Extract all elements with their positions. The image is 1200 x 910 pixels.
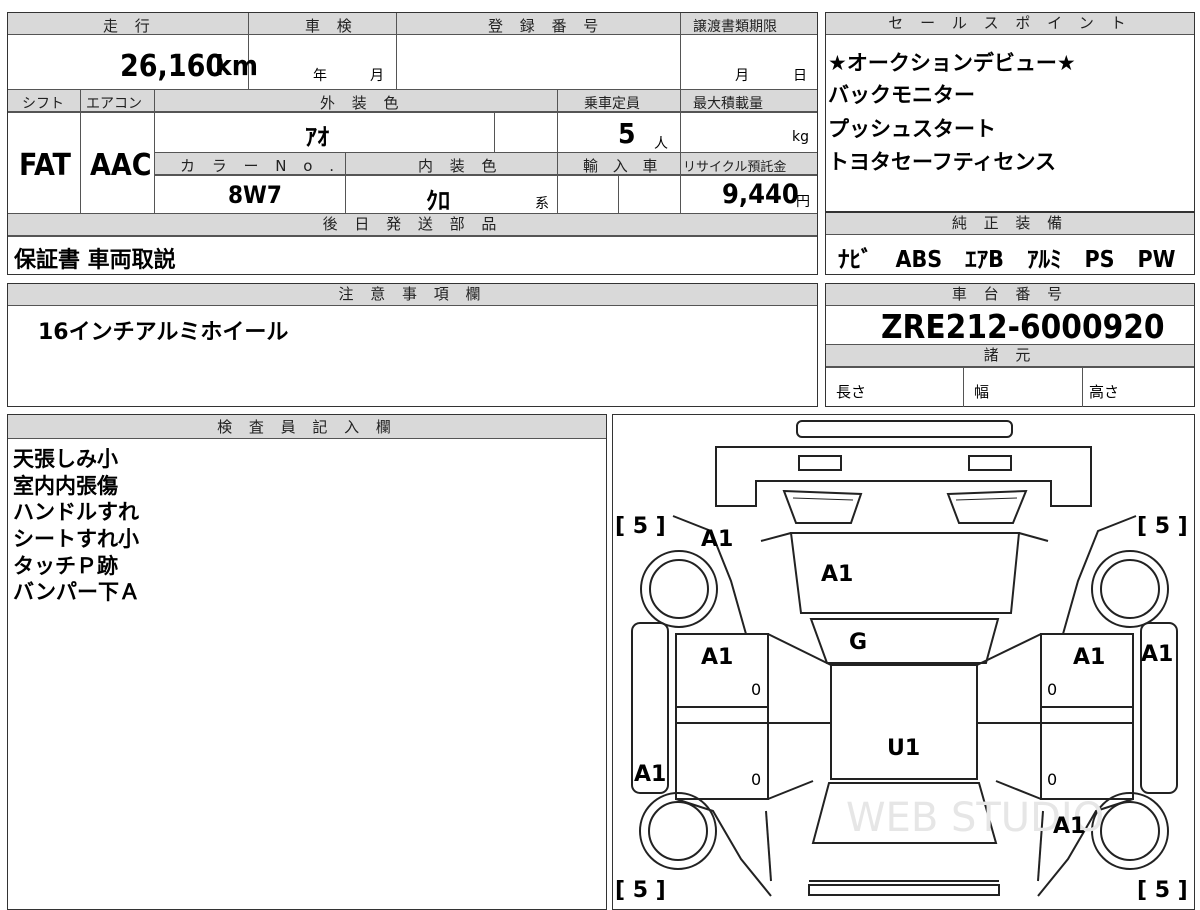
interior-color-suffix: 系 <box>535 196 549 212</box>
genuine-equipment-header: 純 正 装 備 <box>826 213 1194 235</box>
aircon-value: AAC <box>90 148 152 183</box>
sales-point-item: ★オークションデビュー★ <box>828 51 1076 75</box>
chassis-number: ZRE212-6000920 <box>881 307 1165 346</box>
damage-mark: A1 <box>821 562 853 587</box>
max-load-header: 最大積載量 <box>693 96 763 112</box>
tire-tread-front-left: [ 5 ] <box>615 514 666 539</box>
height-label: 高さ <box>1089 383 1120 401</box>
inspector-header: 検 査 員 記 入 欄 <box>8 415 606 439</box>
recycle-value: 9,440 <box>722 179 799 210</box>
damage-mark: A1 <box>701 645 733 670</box>
chassis-header: 車 台 番 号 <box>826 284 1194 306</box>
color-no-header: カ ラ ー N o . <box>180 157 341 175</box>
front-right-wheel <box>1091 550 1169 628</box>
sales-point-item: バックモニター <box>828 83 975 107</box>
notes-value: 16インチアルミホイール <box>38 320 289 345</box>
front-bumper <box>715 446 1092 507</box>
interior-color-value: ｸﾛ <box>426 187 450 215</box>
inspector-line: シートすれ小 <box>13 527 139 551</box>
inspector-line: 天張しみ小 <box>13 447 118 471</box>
recycle-unit: 円 <box>796 194 810 210</box>
door-marker: 0 <box>751 680 761 699</box>
import-header: 輸 入 車 <box>583 157 663 175</box>
sales-points-header: セ ー ル ス ポ イ ン ト <box>826 13 1194 35</box>
damage-mark: G <box>849 630 867 655</box>
car-diagram-panel: WEB STUDIO [ 5 ] [ 5 ] [ 5 ] [ 5 ] A1 A1… <box>612 414 1195 910</box>
shift-header: シフト <box>22 96 64 112</box>
mileage-unit: km <box>215 49 258 82</box>
length-label: 長さ <box>836 383 867 401</box>
inspector-panel: 検 査 員 記 入 欄 天張しみ小 室内内張傷 ハンドルすれ シートすれ小 タッ… <box>7 414 607 910</box>
tire-tread-front-right: [ 5 ] <box>1137 514 1188 539</box>
later-parts-value: 保証書 車両取説 <box>14 248 176 273</box>
interior-color-header: 内 装 色 <box>418 157 503 175</box>
shift-value: FAT <box>19 148 71 183</box>
damage-mark: A1 <box>1073 645 1105 670</box>
windshield <box>809 618 1000 664</box>
tire-tread-rear-right: [ 5 ] <box>1137 878 1188 901</box>
aircon-header: エアコン <box>86 96 142 112</box>
chassis-panel: 車 台 番 号 ZRE212-6000920 諸 元 長さ 幅 高さ <box>825 283 1195 407</box>
door-marker: 0 <box>751 770 761 789</box>
transfer-deadline-header: 譲渡書類期限 <box>693 19 777 35</box>
damage-mark: A1 <box>634 762 666 787</box>
door-marker: 0 <box>1047 680 1057 699</box>
max-load-unit: kg <box>792 129 809 145</box>
rear-left-wheel <box>639 792 717 870</box>
transfer-month-label: 月 <box>735 68 749 84</box>
later-parts-header: 後 日 発 送 部 品 <box>8 214 817 236</box>
mileage-header: 走 行 <box>103 17 156 35</box>
door-marker: 0 <box>1047 770 1057 789</box>
damage-mark: A1 <box>1141 642 1173 667</box>
vehicle-info-table: 走 行 車 検 登 録 番 号 譲渡書類期限 26,160 km 年 月 月 日… <box>7 12 818 275</box>
specs-header: 諸 元 <box>826 345 1194 367</box>
mileage-value: 26,160 <box>120 49 225 84</box>
genuine-equipment-value: ﾅﾋﾞ ABS ｴｱB ｱﾙﾐ PS PW <box>838 247 1176 273</box>
damage-mark: A1 <box>701 527 733 552</box>
car-diagram: WEB STUDIO [ 5 ] [ 5 ] [ 5 ] [ 5 ] A1 A1… <box>615 420 1188 901</box>
exterior-color-value: ｱｵ <box>305 123 329 151</box>
front-left-wheel <box>640 550 718 628</box>
inspector-line: ハンドルすれ <box>13 500 139 524</box>
genuine-equipment-panel: 純 正 装 備 ﾅﾋﾞ ABS ｴｱB ｱﾙﾐ PS PW <box>825 212 1195 275</box>
inspection-month-label: 月 <box>370 68 384 84</box>
sales-point-item: プッシュスタート <box>828 117 996 141</box>
exterior-color-header: 外 装 色 <box>320 94 405 112</box>
front-bumper-strip <box>796 420 1013 438</box>
inspection-header: 車 検 <box>305 17 358 35</box>
damage-mark: A1 <box>1053 814 1085 839</box>
color-no-value: 8W7 <box>228 181 282 209</box>
recycle-header: リサイクル預託金 <box>683 160 787 175</box>
sales-point-item: トヨタセーフティセンス <box>828 150 1057 174</box>
sales-points-panel: セ ー ル ス ポ イ ン ト ★オークションデビュー★ バックモニター プッシ… <box>825 12 1195 212</box>
damage-mark: U1 <box>887 736 920 761</box>
roof <box>830 664 978 780</box>
inspection-year-label: 年 <box>313 68 327 84</box>
notes-header: 注 意 事 項 欄 <box>8 284 817 306</box>
width-label: 幅 <box>974 383 990 401</box>
capacity-header: 乗車定員 <box>584 96 640 112</box>
inspector-line: バンパー下Ａ <box>13 580 141 604</box>
notes-panel: 注 意 事 項 欄 16インチアルミホイール <box>7 283 818 407</box>
capacity-unit: 人 <box>654 136 668 152</box>
transfer-day-label: 日 <box>793 68 807 84</box>
tire-tread-rear-left: [ 5 ] <box>615 878 666 901</box>
capacity-value: 5 <box>618 117 636 150</box>
registration-header: 登 録 番 号 <box>488 17 605 35</box>
